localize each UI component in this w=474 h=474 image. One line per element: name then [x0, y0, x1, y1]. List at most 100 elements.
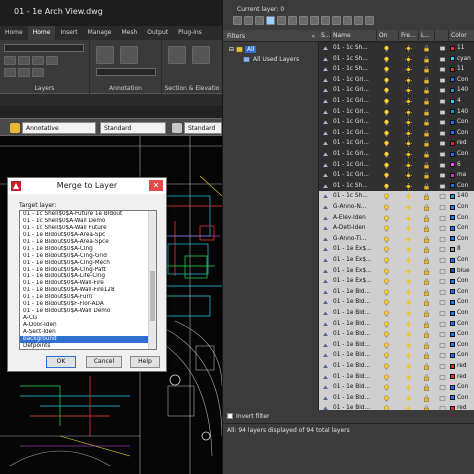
layer-status-icon[interactable] [322, 130, 329, 137]
color-swatch[interactable] [450, 236, 455, 242]
standard-style-combo[interactable]: Standard [100, 122, 166, 134]
layer-tool-icon[interactable] [32, 56, 44, 65]
layer-tool-icon[interactable] [4, 68, 16, 77]
plot-icon[interactable] [439, 246, 446, 253]
lightbulb-icon[interactable] [383, 352, 390, 359]
lightbulb-icon[interactable] [383, 215, 390, 222]
layer-name[interactable]: 01 - 1c Sh... [333, 191, 377, 202]
plot-icon[interactable] [439, 299, 446, 306]
annotative-style-combo[interactable]: Annotative [22, 122, 96, 134]
layer-row[interactable]: A-Elev-Iden Con [319, 212, 474, 224]
layer-row[interactable]: 01 - 1e Ex$... Con [319, 276, 474, 287]
layer-name[interactable]: 01 - 1e Bld... [333, 403, 377, 410]
layer-name[interactable]: 01 - 1e Bld... [333, 329, 377, 340]
layer-name[interactable]: 01 - 1e Ex$... [333, 276, 377, 287]
plot-icon[interactable] [439, 140, 446, 147]
layer-list-item[interactable]: A-Door-Iden [20, 322, 150, 329]
layer-name[interactable]: 01 - 1c Gri... [333, 138, 377, 149]
lightbulb-icon[interactable] [383, 130, 390, 137]
layer-row[interactable]: 01 - 1e Ex$... Con [319, 255, 474, 266]
elevation-tool-icon[interactable] [192, 46, 210, 64]
color-swatch[interactable] [450, 45, 455, 51]
lock-icon[interactable] [423, 215, 430, 222]
layer-name[interactable]: 01 - 1e Ex$... [333, 266, 377, 277]
column-on[interactable]: On [377, 30, 399, 42]
layer-list-item[interactable]: 01 - 1e Bldout$0$A-Clng-Patt [20, 267, 150, 274]
sun-freeze-icon[interactable] [405, 182, 412, 190]
plot-icon[interactable] [439, 363, 446, 370]
sun-freeze-icon[interactable] [405, 352, 412, 360]
color-swatch[interactable] [450, 130, 455, 136]
lightbulb-icon[interactable] [383, 289, 390, 296]
plot-icon[interactable] [439, 352, 446, 359]
lock-icon[interactable] [423, 172, 430, 179]
color-swatch[interactable] [450, 162, 455, 168]
layer-status-icon[interactable] [322, 151, 329, 158]
layer-list-item[interactable]: 01 - 1e Bldout$0$A-Furn [20, 294, 150, 301]
sun-freeze-icon[interactable] [405, 320, 412, 328]
sun-freeze-icon[interactable] [405, 172, 412, 180]
plot-icon[interactable] [439, 268, 446, 275]
color-swatch[interactable] [450, 204, 455, 210]
plot-icon[interactable] [439, 321, 446, 328]
color-swatch[interactable] [450, 87, 455, 93]
color-swatch[interactable] [450, 193, 455, 199]
sun-freeze-icon[interactable] [405, 108, 412, 116]
settings-icon[interactable] [321, 16, 330, 25]
lightbulb-icon[interactable] [383, 374, 390, 381]
ribbon-tab-output[interactable]: Output [142, 26, 173, 40]
layer-status-icon[interactable] [322, 162, 329, 169]
layer-name[interactable]: A-Detl-Iden [333, 223, 377, 234]
collapse-filters-button[interactable]: « [311, 33, 315, 40]
lock-icon[interactable] [423, 98, 430, 105]
ribbon-tab-insert[interactable]: Insert [55, 26, 82, 40]
lightbulb-icon[interactable] [383, 109, 390, 116]
layer-states-icon[interactable] [255, 16, 264, 25]
sun-freeze-icon[interactable] [405, 246, 412, 254]
ribbon-tab-mesh[interactable]: Mesh [117, 26, 143, 40]
plot-icon[interactable] [439, 172, 446, 179]
color-swatch[interactable] [450, 56, 455, 62]
layer-row[interactable]: 01 - 1e Ex$... blue [319, 265, 474, 277]
layer-row[interactable]: A-Detl-Iden Con [319, 223, 474, 234]
plot-icon[interactable] [439, 236, 446, 243]
layer-row[interactable]: 01 - 1e Bld... Con [319, 350, 474, 361]
color-swatch[interactable] [450, 342, 455, 348]
layer-name[interactable]: 01 - 1c Gri... [333, 149, 377, 160]
color-swatch[interactable] [450, 109, 455, 115]
layer-status-icon[interactable] [322, 363, 329, 370]
ok-button[interactable]: OK [46, 356, 76, 368]
section-tool-icon[interactable] [168, 46, 186, 64]
plot-icon[interactable] [439, 45, 446, 52]
sun-freeze-icon[interactable] [405, 87, 412, 95]
cancel-button[interactable]: Cancel [86, 356, 122, 368]
layer-row[interactable]: 01 - 1e Bld... red [319, 371, 474, 383]
lightbulb-icon[interactable] [383, 98, 390, 105]
sun-freeze-icon[interactable] [405, 76, 412, 84]
sun-freeze-icon[interactable] [405, 140, 412, 148]
lightbulb-icon[interactable] [383, 321, 390, 328]
layer-row[interactable]: 01 - 1c Sh... 11 [319, 43, 474, 54]
lightbulb-icon[interactable] [383, 151, 390, 158]
layer-status-icon[interactable] [322, 395, 329, 402]
lightbulb-icon[interactable] [383, 225, 390, 232]
lightbulb-icon[interactable] [383, 162, 390, 169]
layer-status-icon[interactable] [322, 278, 329, 285]
layer-tool-icon[interactable] [18, 68, 30, 77]
filter-tree-all[interactable]: ⊟ All [229, 46, 257, 53]
new-property-filter-icon[interactable] [233, 16, 242, 25]
layer-name[interactable]: 01 - 1c Gri... [333, 85, 377, 96]
layer-tool-icon[interactable] [46, 56, 58, 65]
layer-name[interactable]: 01 - 1e Bld... [333, 319, 377, 330]
sun-freeze-icon[interactable] [405, 66, 412, 74]
layer-tool-icon[interactable] [4, 56, 16, 65]
column-extra[interactable] [435, 30, 449, 42]
lightbulb-icon[interactable] [383, 119, 390, 126]
lock-icon[interactable] [423, 299, 430, 307]
layer-row[interactable]: 01 - 1c Gri... 140 [319, 106, 474, 118]
lock-icon[interactable] [423, 289, 430, 296]
layer-list-item[interactable]: 01 - 1e Bldout$0$A-Clng-Mech [20, 260, 150, 267]
plot-icon[interactable] [439, 289, 446, 296]
layer-name[interactable]: G-Anno-Ti... [333, 234, 377, 245]
lightbulb-icon[interactable] [383, 299, 390, 306]
